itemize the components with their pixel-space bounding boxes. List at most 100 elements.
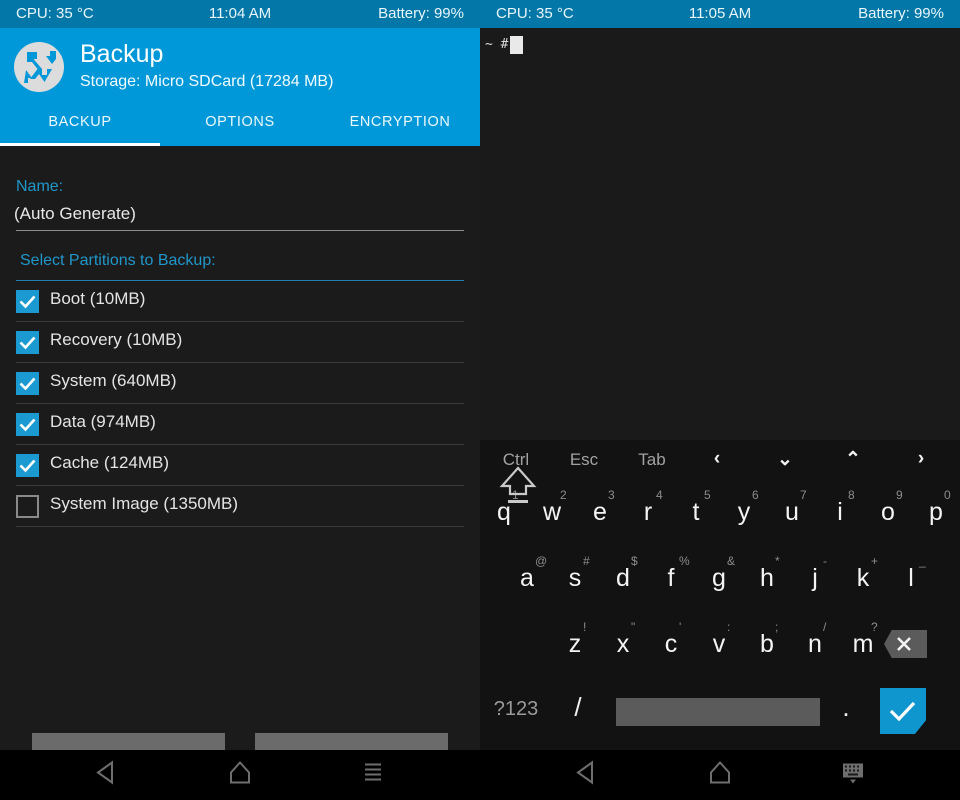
shift-key-icon[interactable]	[496, 462, 540, 508]
tab-backup[interactable]: BACKUP	[0, 104, 160, 146]
nav-back-left[interactable]	[75, 750, 135, 800]
tab-bar: BACKUP OPTIONS ENCRYPTION	[0, 104, 480, 146]
key-hint: 5	[704, 488, 711, 502]
key-b[interactable]: ; b	[743, 620, 791, 658]
checkbox-system[interactable]	[16, 372, 39, 395]
checkbox-system-image[interactable]	[16, 495, 39, 518]
symbols-key[interactable]: ?123	[480, 698, 552, 721]
key-y[interactable]: 6 y	[720, 488, 768, 525]
key-n[interactable]: / n	[791, 620, 839, 658]
key-label: w	[542, 498, 562, 526]
terminal-output[interactable]: ~ #	[480, 28, 960, 440]
list-item[interactable]: Boot (10MB)	[0, 281, 480, 322]
list-item-label: Cache (124MB)	[50, 453, 170, 472]
nav-keyboard-right[interactable]	[823, 750, 883, 800]
app-header: Backup Storage: Micro SDCard (17284 MB) …	[0, 28, 480, 146]
tab-options[interactable]: OPTIONS	[160, 104, 320, 146]
key-hint: -	[823, 554, 827, 568]
tab-key[interactable]: Tab	[616, 450, 688, 470]
key-hint: &	[727, 554, 736, 568]
key-label: x	[616, 630, 630, 658]
checkbox-boot[interactable]	[16, 290, 39, 313]
key-hint: /	[823, 620, 827, 634]
backup-name-input[interactable]: (Auto Generate)	[14, 204, 136, 224]
key-hint: 3	[608, 488, 615, 502]
key-h[interactable]: * h	[743, 554, 791, 591]
list-item[interactable]: Cache (124MB)	[0, 445, 480, 486]
nav-home-right[interactable]	[690, 750, 750, 800]
period-key[interactable]: .	[830, 692, 862, 723]
key-label: g	[712, 564, 726, 592]
key-label: s	[568, 564, 582, 592]
arrow-right-key[interactable]: ›	[888, 448, 954, 470]
enter-key[interactable]	[880, 688, 926, 734]
esc-key[interactable]: Esc	[548, 450, 620, 470]
key-g[interactable]: & g	[695, 554, 743, 592]
key-hint: @	[535, 554, 548, 568]
key-label: p	[929, 498, 943, 526]
key-a[interactable]: @ a	[503, 554, 551, 592]
key-hint: 2	[560, 488, 567, 502]
checkbox-cache[interactable]	[16, 454, 39, 477]
key-o[interactable]: 9 o	[864, 488, 912, 525]
key-k[interactable]: + k	[839, 554, 887, 591]
slash-key[interactable]: /	[558, 692, 598, 723]
key-p[interactable]: 0 p	[912, 488, 960, 526]
list-item[interactable]: System (640MB)	[0, 363, 480, 404]
key-v[interactable]: : v	[695, 620, 743, 657]
key-label: t	[692, 498, 700, 526]
row-divider	[16, 526, 464, 527]
list-item[interactable]: Recovery (10MB)	[0, 322, 480, 363]
key-hint: *	[775, 554, 780, 568]
checkbox-recovery[interactable]	[16, 331, 39, 354]
key-l[interactable]: _ l	[887, 554, 935, 591]
key-label: z	[568, 630, 582, 658]
key-hint: ?	[871, 620, 878, 634]
name-divider	[16, 230, 464, 231]
key-z[interactable]: ! z	[551, 620, 599, 658]
key-hint: !	[583, 620, 587, 634]
tab-encryption[interactable]: ENCRYPTION	[320, 104, 480, 146]
key-u[interactable]: 7 u	[768, 488, 816, 525]
list-item[interactable]: System Image (1350MB)	[0, 486, 480, 527]
nav-home-left[interactable]	[210, 750, 270, 800]
key-m[interactable]: ? m	[839, 620, 887, 657]
system-navigation-bar	[0, 750, 960, 800]
key-d[interactable]: $ d	[599, 554, 647, 591]
key-e[interactable]: 3 e	[576, 488, 624, 525]
page-title: Backup	[80, 40, 164, 68]
key-f[interactable]: % f	[647, 554, 695, 592]
key-t[interactable]: 5 t	[672, 488, 720, 526]
key-s[interactable]: # s	[551, 554, 599, 592]
back-triangle-icon	[93, 760, 117, 791]
arrow-left-key[interactable]: ‹	[684, 448, 750, 470]
key-label: a	[520, 564, 534, 592]
checkbox-data[interactable]	[16, 413, 39, 436]
arrow-down-key[interactable]: ⌄	[752, 448, 818, 471]
key-i[interactable]: 8 i	[816, 488, 864, 525]
key-hint: 8	[848, 488, 855, 502]
key-hint: 9	[896, 488, 903, 502]
list-item[interactable]: Data (974MB)	[0, 404, 480, 445]
key-c[interactable]: ' c	[647, 620, 695, 657]
backspace-key-icon[interactable]	[884, 630, 927, 658]
key-x[interactable]: " x	[599, 620, 647, 658]
battery-level-left: Battery: 99%	[378, 5, 464, 22]
terminal-prompt: ~ #	[485, 37, 509, 52]
nav-back-right[interactable]	[555, 750, 615, 800]
nav-menu-left[interactable]	[343, 750, 403, 800]
space-key[interactable]	[616, 698, 820, 726]
backup-form: Name: (Auto Generate) Select Partitions …	[0, 146, 480, 785]
key-label: b	[760, 630, 774, 658]
menu-lines-icon	[361, 760, 385, 791]
key-hint: %	[679, 554, 690, 568]
list-item-label: Data (974MB)	[50, 412, 156, 431]
arrow-up-key[interactable]: ⌃	[820, 448, 886, 471]
home-pentagon-icon	[708, 760, 732, 791]
key-j[interactable]: - j	[791, 554, 839, 591]
battery-level-right: Battery: 99%	[858, 5, 944, 22]
key-r[interactable]: 4 r	[624, 488, 672, 525]
key-label: n	[808, 630, 822, 658]
twrp-logo-icon	[14, 42, 64, 92]
key-label: f	[667, 564, 675, 592]
